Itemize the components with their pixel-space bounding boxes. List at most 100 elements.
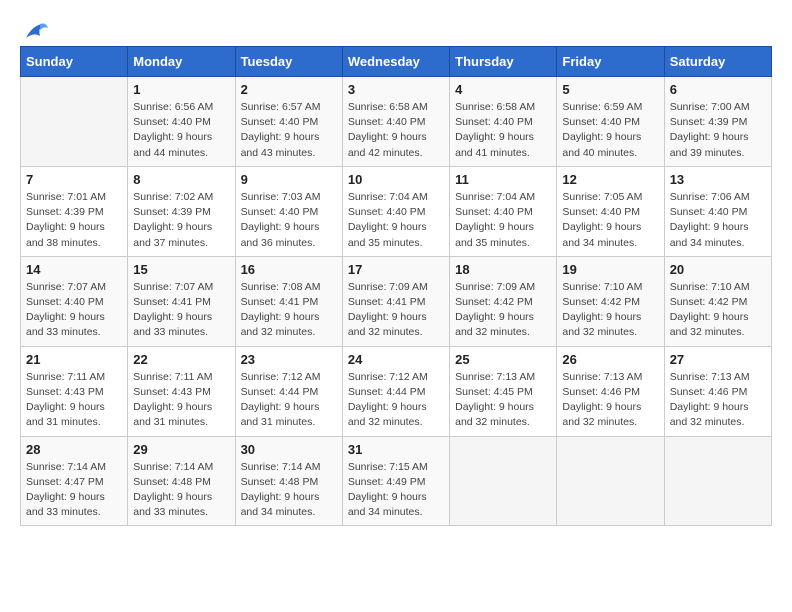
day-info: Sunrise: 7:13 AMSunset: 4:46 PMDaylight:… [562,370,658,431]
calendar-cell: 13 Sunrise: 7:06 AMSunset: 4:40 PMDayligh… [664,166,771,256]
day-number: 10 [348,172,444,187]
calendar-cell: 26 Sunrise: 7:13 AMSunset: 4:46 PMDayligh… [557,346,664,436]
day-info: Sunrise: 7:08 AMSunset: 4:41 PMDaylight:… [241,280,337,341]
calendar-week-row: 7 Sunrise: 7:01 AMSunset: 4:39 PMDaylight… [21,166,772,256]
calendar-header-wednesday: Wednesday [342,47,449,77]
day-info: Sunrise: 7:12 AMSunset: 4:44 PMDaylight:… [241,370,337,431]
day-info: Sunrise: 7:07 AMSunset: 4:41 PMDaylight:… [133,280,229,341]
day-info: Sunrise: 7:06 AMSunset: 4:40 PMDaylight:… [670,190,766,251]
day-number: 23 [241,352,337,367]
calendar-cell: 7 Sunrise: 7:01 AMSunset: 4:39 PMDaylight… [21,166,128,256]
day-info: Sunrise: 7:04 AMSunset: 4:40 PMDaylight:… [348,190,444,251]
calendar-cell: 24 Sunrise: 7:12 AMSunset: 4:44 PMDayligh… [342,346,449,436]
day-info: Sunrise: 7:15 AMSunset: 4:49 PMDaylight:… [348,460,444,521]
day-number: 24 [348,352,444,367]
calendar-cell: 15 Sunrise: 7:07 AMSunset: 4:41 PMDayligh… [128,256,235,346]
day-number: 4 [455,82,551,97]
day-number: 5 [562,82,658,97]
calendar-cell: 2 Sunrise: 6:57 AMSunset: 4:40 PMDaylight… [235,77,342,167]
calendar-week-row: 1 Sunrise: 6:56 AMSunset: 4:40 PMDaylight… [21,77,772,167]
calendar-header-row: SundayMondayTuesdayWednesdayThursdayFrid… [21,47,772,77]
logo-bird-icon [22,20,50,42]
day-info: Sunrise: 7:14 AMSunset: 4:48 PMDaylight:… [241,460,337,521]
day-info: Sunrise: 6:56 AMSunset: 4:40 PMDaylight:… [133,100,229,161]
day-number: 11 [455,172,551,187]
calendar-cell: 17 Sunrise: 7:09 AMSunset: 4:41 PMDayligh… [342,256,449,346]
day-info: Sunrise: 7:02 AMSunset: 4:39 PMDaylight:… [133,190,229,251]
calendar-cell: 30Sunrise: 7:14 AMSunset: 4:48 PMDayligh… [235,436,342,526]
calendar-week-row: 14 Sunrise: 7:07 AMSunset: 4:40 PMDayligh… [21,256,772,346]
day-info: Sunrise: 6:57 AMSunset: 4:40 PMDaylight:… [241,100,337,161]
calendar-cell [557,436,664,526]
day-info: Sunrise: 7:01 AMSunset: 4:39 PMDaylight:… [26,190,122,251]
calendar-cell: 1 Sunrise: 6:56 AMSunset: 4:40 PMDaylight… [128,77,235,167]
day-info: Sunrise: 7:00 AMSunset: 4:39 PMDaylight:… [670,100,766,161]
day-number: 27 [670,352,766,367]
calendar-cell: 31 Sunrise: 7:15 AMSunset: 4:49 PMDayligh… [342,436,449,526]
calendar-cell: 19 Sunrise: 7:10 AMSunset: 4:42 PMDayligh… [557,256,664,346]
logo [20,20,50,36]
day-number: 26 [562,352,658,367]
day-number: 1 [133,82,229,97]
day-number: 22 [133,352,229,367]
day-info: Sunrise: 7:09 AMSunset: 4:41 PMDaylight:… [348,280,444,341]
day-info: Sunrise: 7:07 AMSunset: 4:40 PMDaylight:… [26,280,122,341]
day-number: 7 [26,172,122,187]
day-number: 29 [133,442,229,457]
day-info: Sunrise: 7:13 AMSunset: 4:46 PMDaylight:… [670,370,766,431]
day-info: Sunrise: 7:13 AMSunset: 4:45 PMDaylight:… [455,370,551,431]
day-number: 12 [562,172,658,187]
calendar-cell: 25Sunrise: 7:13 AMSunset: 4:45 PMDayligh… [450,346,557,436]
day-number: 8 [133,172,229,187]
day-number: 20 [670,262,766,277]
calendar-header-friday: Friday [557,47,664,77]
day-info: Sunrise: 7:10 AMSunset: 4:42 PMDaylight:… [562,280,658,341]
day-number: 28 [26,442,122,457]
day-number: 19 [562,262,658,277]
calendar-cell: 10 Sunrise: 7:04 AMSunset: 4:40 PMDayligh… [342,166,449,256]
calendar-cell: 21Sunrise: 7:11 AMSunset: 4:43 PMDayligh… [21,346,128,436]
day-number: 16 [241,262,337,277]
day-info: Sunrise: 7:03 AMSunset: 4:40 PMDaylight:… [241,190,337,251]
calendar-cell: 23 Sunrise: 7:12 AMSunset: 4:44 PMDayligh… [235,346,342,436]
page-header [20,20,772,36]
day-number: 9 [241,172,337,187]
calendar-cell: 12 Sunrise: 7:05 AMSunset: 4:40 PMDayligh… [557,166,664,256]
day-number: 31 [348,442,444,457]
calendar-table: SundayMondayTuesdayWednesdayThursdayFrid… [20,46,772,526]
day-number: 15 [133,262,229,277]
day-number: 6 [670,82,766,97]
calendar-cell: 5 Sunrise: 6:59 AMSunset: 4:40 PMDaylight… [557,77,664,167]
day-info: Sunrise: 7:14 AMSunset: 4:48 PMDaylight:… [133,460,229,521]
day-info: Sunrise: 6:59 AMSunset: 4:40 PMDaylight:… [562,100,658,161]
day-number: 17 [348,262,444,277]
day-number: 13 [670,172,766,187]
day-number: 3 [348,82,444,97]
day-number: 18 [455,262,551,277]
day-info: Sunrise: 7:12 AMSunset: 4:44 PMDaylight:… [348,370,444,431]
calendar-cell: 22 Sunrise: 7:11 AMSunset: 4:43 PMDayligh… [128,346,235,436]
day-info: Sunrise: 6:58 AMSunset: 4:40 PMDaylight:… [455,100,551,161]
day-info: Sunrise: 7:04 AMSunset: 4:40 PMDaylight:… [455,190,551,251]
calendar-cell [664,436,771,526]
calendar-week-row: 28Sunrise: 7:14 AMSunset: 4:47 PMDayligh… [21,436,772,526]
calendar-header-sunday: Sunday [21,47,128,77]
calendar-header-tuesday: Tuesday [235,47,342,77]
day-info: Sunrise: 7:10 AMSunset: 4:42 PMDaylight:… [670,280,766,341]
calendar-cell: 29 Sunrise: 7:14 AMSunset: 4:48 PMDayligh… [128,436,235,526]
day-number: 2 [241,82,337,97]
calendar-header-monday: Monday [128,47,235,77]
calendar-cell [21,77,128,167]
calendar-cell: 16 Sunrise: 7:08 AMSunset: 4:41 PMDayligh… [235,256,342,346]
day-info: Sunrise: 7:11 AMSunset: 4:43 PMDaylight:… [133,370,229,431]
calendar-cell: 11 Sunrise: 7:04 AMSunset: 4:40 PMDayligh… [450,166,557,256]
calendar-cell: 8 Sunrise: 7:02 AMSunset: 4:39 PMDaylight… [128,166,235,256]
calendar-cell: 18Sunrise: 7:09 AMSunset: 4:42 PMDayligh… [450,256,557,346]
day-number: 14 [26,262,122,277]
day-info: Sunrise: 7:05 AMSunset: 4:40 PMDaylight:… [562,190,658,251]
calendar-header-saturday: Saturday [664,47,771,77]
day-info: Sunrise: 7:11 AMSunset: 4:43 PMDaylight:… [26,370,122,431]
calendar-cell: 27 Sunrise: 7:13 AMSunset: 4:46 PMDayligh… [664,346,771,436]
calendar-cell [450,436,557,526]
calendar-week-row: 21Sunrise: 7:11 AMSunset: 4:43 PMDayligh… [21,346,772,436]
